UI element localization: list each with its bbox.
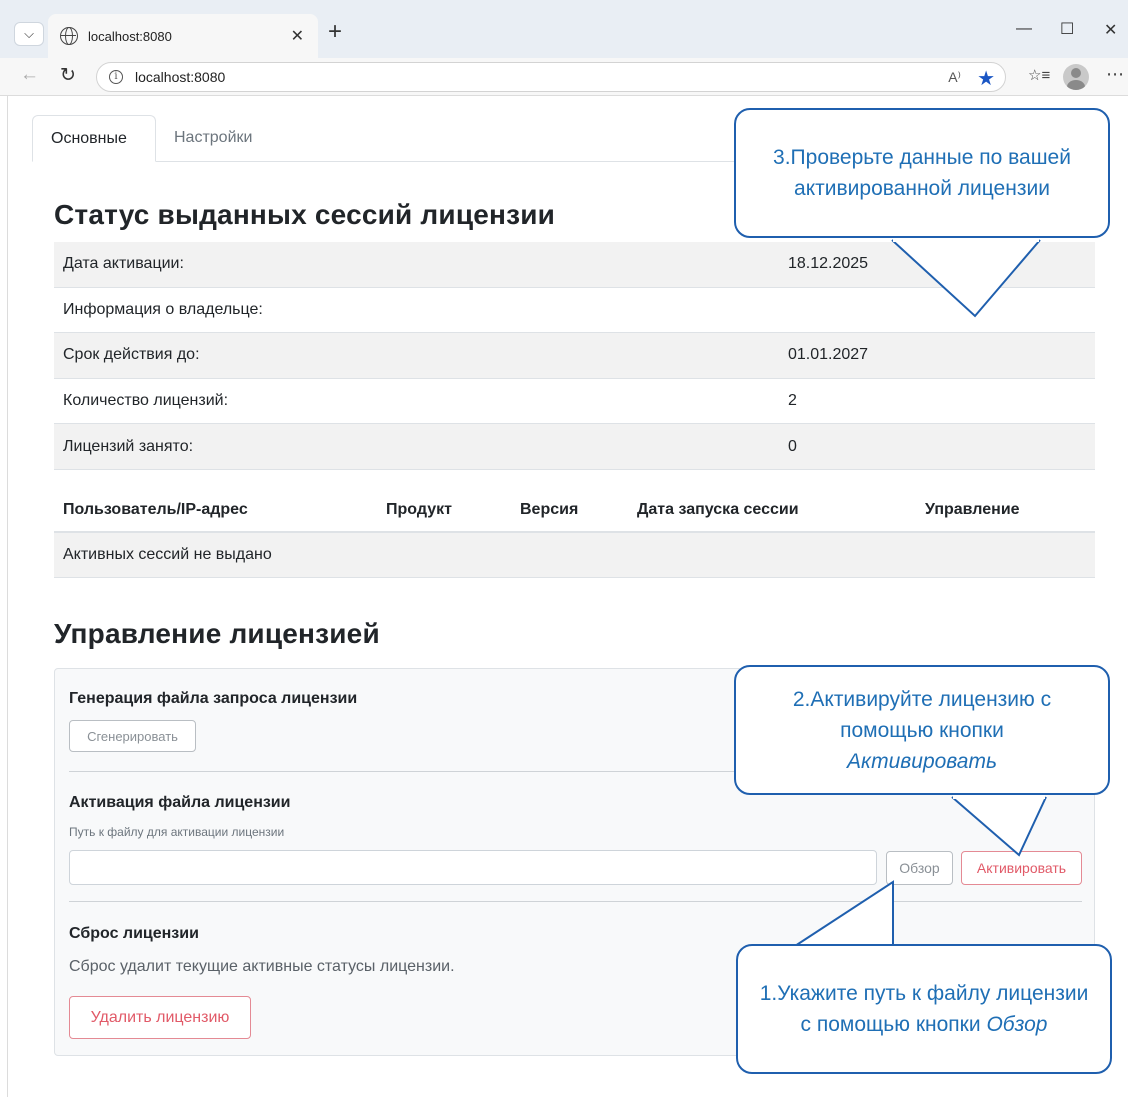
callout-check-text: 3.Проверьте данные по вашей активированн… [773,146,1071,200]
callout-browse-text: 1.Укажите путь к файлу лицензии с помощь… [754,978,1094,1040]
callout-browse-emph: Обзор [986,1013,1048,1036]
callout-3-tail [891,239,1041,318]
callout-2-tail [951,796,1047,857]
callout-browse: 1.Укажите путь к файлу лицензии с помощь… [736,944,1112,1074]
callout-1-tail [794,880,894,947]
callout-activate-text: 2.Активируйте лицензию с помощью кнопки … [752,684,1092,777]
callout-check-license: 3.Проверьте данные по вашей активированн… [734,108,1110,238]
callout-activate-main: 2.Активируйте лицензию с помощью кнопки [792,687,1052,742]
callout-activate-emph: Активировать [846,749,998,773]
callout-activate: 2.Активируйте лицензию с помощью кнопки … [734,665,1110,795]
